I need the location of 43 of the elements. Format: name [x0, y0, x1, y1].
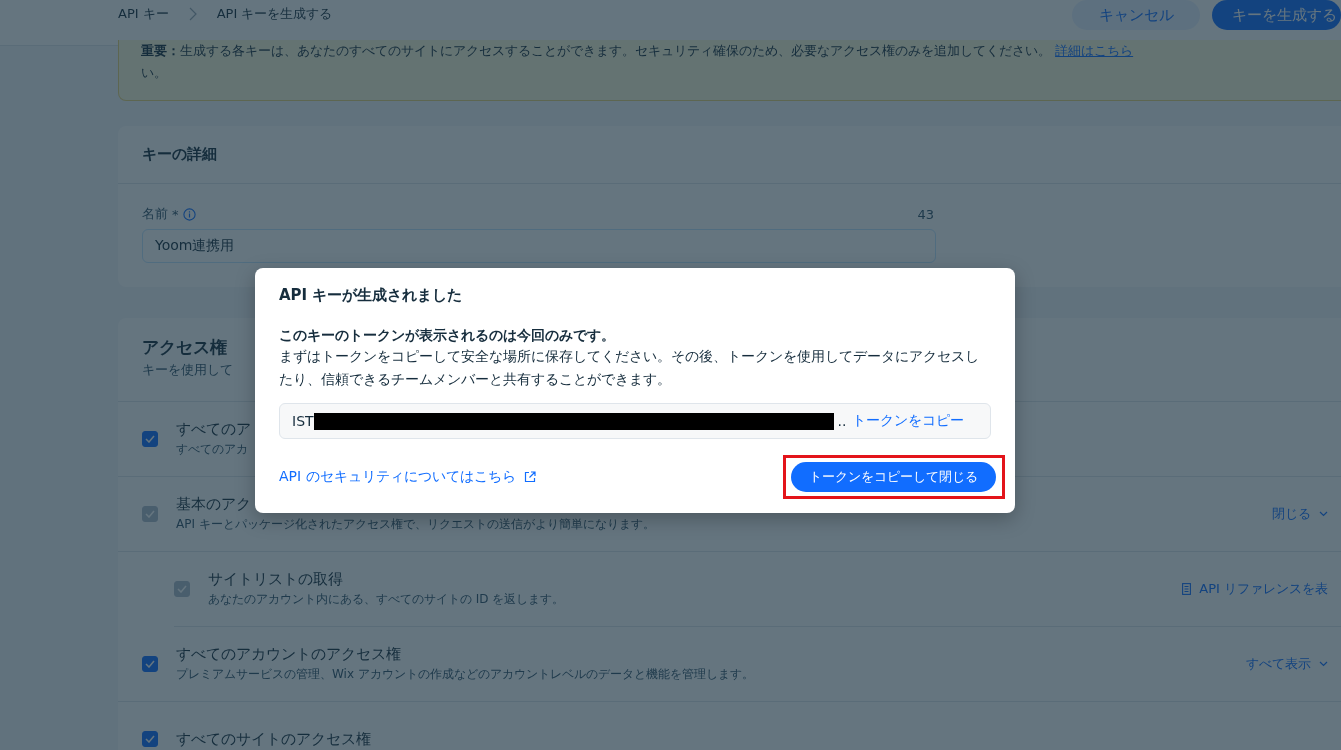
token-text: IST	[292, 413, 314, 429]
expand-toggle-link[interactable]: すべて表示	[1246, 655, 1311, 673]
notice-text: 重要：生成する各キーは、あなたのすべてのサイトにアクセスすることができます。セキュリティ確保のため、必要なアクセス権のみを追加してください。 詳細はこちら	[141, 42, 1135, 60]
check-icon	[145, 435, 155, 443]
check-icon	[145, 735, 155, 743]
checkbox[interactable]	[142, 731, 158, 747]
info-icon[interactable]	[182, 207, 196, 221]
chevron-right-icon	[188, 7, 197, 21]
field-label: 名前	[142, 205, 168, 223]
token-ellipsis: ..	[837, 413, 847, 429]
check-icon	[145, 660, 155, 668]
character-counter: 43	[917, 206, 934, 222]
permission-title: すべてのア	[176, 420, 251, 439]
check-icon	[145, 510, 155, 518]
generate-key-button[interactable]: キーを生成する	[1212, 0, 1341, 30]
external-link-icon	[523, 471, 536, 483]
document-icon	[1182, 583, 1192, 595]
section-title: キーの詳細	[118, 126, 1341, 184]
permission-title: 基本のアク	[176, 495, 251, 514]
dialog-title: API キーが生成されました	[279, 286, 464, 305]
permission-description: すべてのアカ	[176, 441, 248, 458]
notice-text-continued: い。	[141, 64, 168, 82]
chevron-down-icon	[1319, 511, 1328, 517]
breadcrumb-link[interactable]: API キー	[118, 5, 169, 23]
token-field[interactable]: IST .. トークンをコピー	[279, 403, 991, 439]
required-mark: *	[172, 206, 179, 222]
chevron-down-icon	[1319, 661, 1328, 667]
permission-title: サイトリストの取得	[208, 570, 343, 589]
breadcrumb-link[interactable]: API キーを生成する	[216, 5, 333, 23]
name-input-field[interactable]: Yoom連携用	[142, 229, 936, 263]
permission-title: すべてのサイトのアクセス権	[176, 729, 371, 749]
permission-title: すべてのアカウントのアクセス権	[176, 645, 401, 664]
dialog-body-text: まずはトークンをコピーして安全な場所に保存してください。その後、トークンを使用してデータにアクセスしたり、信頼できるチームメンバーと共有することができます。	[279, 347, 980, 389]
copy-and-close-button[interactable]: トークンをコピーして閉じる	[791, 462, 996, 492]
dialog-lead-text: このキーのトークンが表示されるのは今回のみです。	[279, 326, 616, 345]
cancel-button[interactable]: キャンセル	[1072, 0, 1200, 30]
checkbox[interactable]	[142, 656, 158, 672]
security-link[interactable]: API のセキュリティについてはこちら	[279, 468, 516, 486]
check-icon	[177, 585, 187, 593]
section-title: アクセス権	[142, 336, 227, 359]
copy-token-link[interactable]: トークンをコピー	[852, 412, 965, 430]
checkbox[interactable]	[142, 431, 158, 447]
details-link[interactable]: 詳細はこちら	[1055, 43, 1134, 58]
